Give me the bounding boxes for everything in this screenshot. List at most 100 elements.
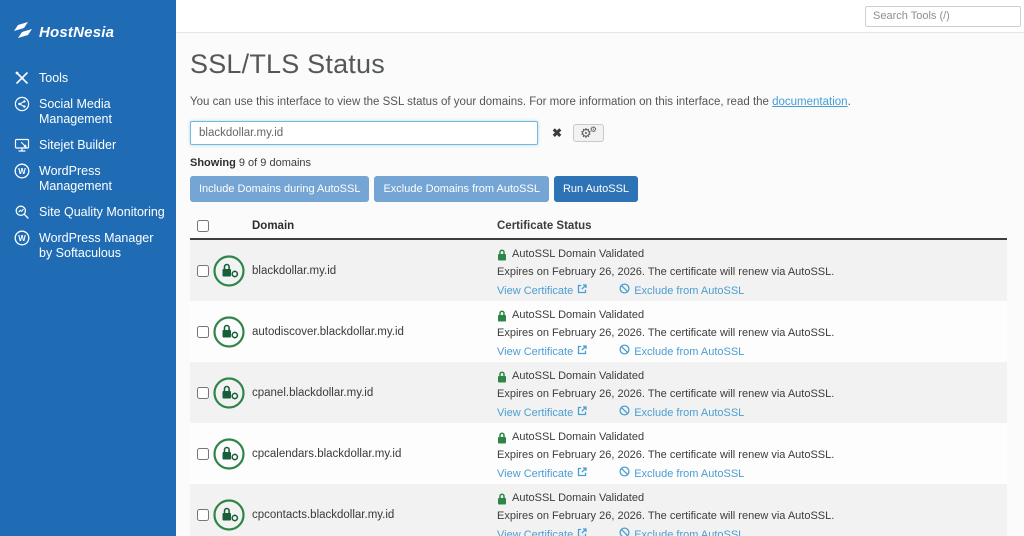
status-label: AutoSSL Domain Validated: [512, 370, 645, 382]
lock-icon: [497, 492, 507, 505]
sidebar-item-label: WordPress Management: [39, 164, 112, 193]
filter-settings-button[interactable]: ⚙⚙: [573, 123, 604, 143]
sidebar-item-label: Sitejet Builder: [39, 138, 117, 152]
social-media-icon: [13, 95, 30, 112]
ban-icon: [619, 405, 630, 421]
exclude-autossl-link[interactable]: Exclude from AutoSSL: [619, 466, 744, 482]
exclude-autossl-label: Exclude from AutoSSL: [634, 528, 745, 536]
showing-label: Showing: [190, 157, 236, 169]
table-row: cpcalendars.blackdollar.my.id AutoSSL Do…: [190, 423, 1007, 484]
row-checkbox[interactable]: [197, 386, 209, 399]
svg-text:W: W: [18, 167, 26, 176]
domain-filter-row: ✖ ⚙⚙: [190, 121, 1007, 145]
tools-icon: [13, 69, 30, 86]
domain-filter-input[interactable]: [190, 121, 538, 145]
ssl-lock-badge-icon: [213, 315, 245, 348]
certificate-status-cell: AutoSSL Domain Validated Expires on Febr…: [497, 484, 1007, 536]
documentation-link[interactable]: documentation: [772, 96, 847, 108]
sidebar-item-wordpress-management[interactable]: W WordPress Management: [0, 158, 176, 199]
table-row: cpcontacts.blackdollar.my.id AutoSSL Dom…: [190, 484, 1007, 536]
table-row: autodiscover.blackdollar.my.id AutoSSL D…: [190, 301, 1007, 362]
sidebar-item-wordpress-manager-softaculous[interactable]: W WordPress Manager by Softaculous: [0, 225, 176, 266]
hostnesia-logo[interactable]: HostNesia: [0, 14, 176, 59]
view-certificate-label: View Certificate: [497, 528, 574, 536]
lock-icon: [497, 431, 507, 444]
exclude-autossl-link[interactable]: Exclude from AutoSSL: [619, 344, 744, 360]
table-row: blackdollar.my.id AutoSSL Domain Validat…: [190, 240, 1007, 301]
include-domains-button[interactable]: Include Domains during AutoSSL: [190, 176, 370, 202]
exclude-autossl-label: Exclude from AutoSSL: [634, 284, 745, 297]
view-certificate-link[interactable]: View Certificate: [497, 527, 587, 536]
autossl-actions: Include Domains during AutoSSL Exclude D…: [190, 176, 1007, 202]
gear-icon: ⚙: [589, 124, 597, 134]
lock-icon: [497, 248, 507, 261]
external-link-icon: [577, 283, 587, 299]
sidebar-item-site-quality-monitoring[interactable]: Site Quality Monitoring: [0, 199, 176, 225]
search-tools-input[interactable]: [865, 5, 1021, 27]
view-certificate-link[interactable]: View Certificate: [497, 466, 587, 482]
view-certificate-link[interactable]: View Certificate: [497, 283, 587, 299]
ssl-lock-badge-icon: [213, 437, 245, 470]
sidebar-item-label: Social Media Management: [39, 97, 112, 126]
status-label: AutoSSL Domain Validated: [512, 248, 645, 260]
hostnesia-logo-text: HostNesia: [39, 24, 115, 41]
clear-filter-button[interactable]: ✖: [548, 123, 566, 143]
certificate-status-cell: AutoSSL Domain Validated Expires on Febr…: [497, 362, 1007, 423]
wordpress-icon: W: [13, 162, 30, 179]
status-label: AutoSSL Domain Validated: [512, 492, 645, 504]
domain-name: autodiscover.blackdollar.my.id: [252, 325, 404, 338]
view-certificate-label: View Certificate: [497, 345, 574, 358]
sidebar-item-label: WordPress Manager by Softaculous: [39, 231, 154, 260]
wordpress-icon: W: [13, 229, 30, 246]
ssl-lock-badge-icon: [213, 254, 245, 287]
sidebar-item-sitejet-builder[interactable]: Sitejet Builder: [0, 132, 176, 158]
external-link-icon: [577, 466, 587, 482]
exclude-autossl-link[interactable]: Exclude from AutoSSL: [619, 283, 744, 299]
lock-icon: [497, 370, 507, 383]
domain-name: cpcontacts.blackdollar.my.id: [252, 508, 395, 521]
row-checkbox[interactable]: [197, 264, 209, 277]
sidebar: HostNesia Tools Social Media Management …: [0, 0, 176, 536]
site-quality-icon: [13, 203, 30, 220]
row-checkbox[interactable]: [197, 325, 209, 338]
expiry-text: Expires on February 26, 2026. The certif…: [497, 510, 835, 522]
ban-icon: [619, 283, 630, 299]
view-certificate-link[interactable]: View Certificate: [497, 405, 587, 421]
certificate-status-cell: AutoSSL Domain Validated Expires on Febr…: [497, 423, 1007, 484]
table-header: Domain Certificate Status: [190, 213, 1007, 240]
sidebar-nav: Tools Social Media Management Sitejet Bu…: [0, 59, 176, 272]
table-row: cpanel.blackdollar.my.id AutoSSL Domain …: [190, 362, 1007, 423]
sidebar-item-tools[interactable]: Tools: [0, 65, 176, 91]
exclude-domains-button[interactable]: Exclude Domains from AutoSSL: [374, 176, 549, 202]
sidebar-item-social-media-management[interactable]: Social Media Management: [0, 91, 176, 132]
svg-text:W: W: [18, 234, 26, 243]
exclude-autossl-link[interactable]: Exclude from AutoSSL: [619, 527, 744, 536]
content: SSL/TLS Status You can use this interfac…: [176, 33, 1024, 536]
showing-count: Showing 9 of 9 domains: [190, 157, 1007, 169]
row-checkbox[interactable]: [197, 508, 209, 521]
exclude-autossl-link[interactable]: Exclude from AutoSSL: [619, 405, 744, 421]
status-label: AutoSSL Domain Validated: [512, 309, 645, 321]
ssl-lock-badge-icon: [213, 376, 245, 409]
description-text: You can use this interface to view the S…: [190, 96, 773, 108]
row-checkbox[interactable]: [197, 447, 209, 460]
showing-rest: 9 of 9 domains: [235, 157, 312, 169]
sitejet-builder-icon: [13, 136, 30, 153]
ssl-lock-badge-icon: [213, 498, 245, 531]
external-link-icon: [577, 527, 587, 536]
exclude-autossl-label: Exclude from AutoSSL: [634, 406, 745, 419]
ban-icon: [619, 466, 630, 482]
view-certificate-link[interactable]: View Certificate: [497, 344, 587, 360]
domain-name: blackdollar.my.id: [252, 264, 337, 277]
topbar: [176, 0, 1024, 33]
hostnesia-logo-icon: [14, 22, 32, 43]
exclude-autossl-label: Exclude from AutoSSL: [634, 467, 745, 480]
domain-name: cpcalendars.blackdollar.my.id: [252, 447, 402, 460]
expiry-text: Expires on February 26, 2026. The certif…: [497, 327, 835, 339]
view-certificate-label: View Certificate: [497, 284, 574, 297]
expiry-text: Expires on February 26, 2026. The certif…: [497, 266, 835, 278]
select-all-checkbox[interactable]: [197, 219, 209, 232]
ssl-status-table: Domain Certificate Status blackdollar.my…: [190, 213, 1007, 536]
domain-name: cpanel.blackdollar.my.id: [252, 386, 374, 399]
run-autossl-button[interactable]: Run AutoSSL: [553, 176, 639, 202]
